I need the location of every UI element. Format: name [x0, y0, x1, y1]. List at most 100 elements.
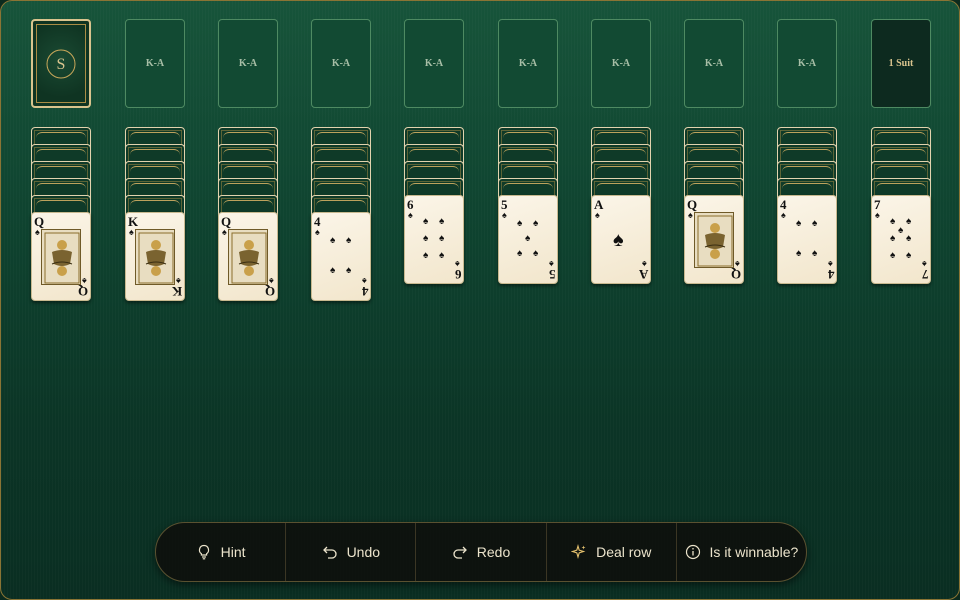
spade-icon: ♠: [828, 259, 833, 269]
spade-icon: ♠: [315, 227, 320, 237]
stock-pile[interactable]: S: [31, 19, 91, 108]
redo-icon: [453, 546, 467, 559]
face-up-card[interactable]: 7 ♠ 7 ♠ ♠ ♠ ♠ ♠ ♠ ♠ ♠: [871, 195, 931, 284]
solitaire-seal-icon: S: [46, 49, 76, 79]
undo-button[interactable]: Undo: [286, 523, 417, 581]
spade-icon: ♠: [688, 210, 693, 220]
spade-icon: ♠: [439, 216, 445, 228]
deal-row-label: Deal row: [596, 544, 652, 560]
face-up-card[interactable]: 4 ♠ 4 ♠ ♠ ♠ ♠ ♠: [311, 212, 371, 301]
action-toolbar: Hint Undo Redo Deal row Is it winnable?: [155, 522, 807, 582]
spade-icon: ♠: [222, 227, 227, 237]
spade-icon: ♠: [423, 233, 429, 244]
foundation-slot: K-A: [125, 19, 185, 108]
card-rank: 7: [921, 267, 929, 282]
card-rank: 4: [827, 267, 835, 282]
spade-icon: ♠: [330, 265, 336, 276]
face-up-card[interactable]: Q ♠ Q ♠: [684, 195, 744, 284]
foundation-slot: K-A: [218, 19, 278, 108]
card-rank: Q: [264, 284, 275, 299]
spade-icon: ♠: [549, 259, 554, 269]
foundation-label: K-A: [145, 58, 165, 69]
spade-icon: ♠: [875, 210, 880, 220]
spade-icon: ♠: [735, 259, 740, 269]
foundation-label: K-A: [611, 58, 631, 69]
foundation-slot: K-A: [311, 19, 371, 108]
foundation-slot: K-A: [498, 19, 558, 108]
foundation-label: K-A: [331, 58, 351, 69]
foundation-slot: K-A: [404, 19, 464, 108]
spade-icon: ♠: [595, 210, 600, 220]
spade-icon: ♠: [796, 218, 802, 229]
face-up-card[interactable]: Q ♠ Q ♠: [31, 212, 91, 301]
spade-icon: ♠: [922, 259, 927, 269]
deal-row-button[interactable]: Deal row: [547, 523, 677, 581]
spade-icon: ♠: [890, 249, 896, 261]
court-figure-icon: [228, 229, 268, 285]
card-rank: K: [171, 284, 182, 299]
face-up-card[interactable]: 5 ♠ 5 ♠ ♠ ♠ ♠ ♠ ♠: [498, 195, 558, 284]
spade-icon: ♠: [408, 210, 413, 220]
undo-icon: [322, 546, 337, 559]
spade-icon: ♠: [517, 218, 523, 229]
foundation-label: K-A: [797, 58, 817, 69]
foundation-slot: K-A: [684, 19, 744, 108]
hint-button[interactable]: Hint: [156, 523, 287, 581]
undo-label: Undo: [346, 544, 381, 560]
redo-button[interactable]: Redo: [416, 523, 547, 581]
spade-icon: ♠: [423, 216, 429, 228]
spade-icon: ♠: [533, 248, 539, 259]
game-table: S K-A K-A K-A K-A K-A K-A K-A K-A 1 Suit Q ♠ Q ♠ K ♠…: [0, 0, 960, 600]
spade-icon: ♠: [517, 248, 523, 259]
face-up-card[interactable]: A ♠ A ♠ ♠: [591, 195, 651, 284]
spade-icon: ♠: [613, 229, 624, 251]
spade-icon: ♠: [176, 276, 181, 286]
face-up-card[interactable]: K ♠ K ♠: [125, 212, 185, 301]
court-figure-icon: [135, 229, 175, 285]
spade-icon: ♠: [129, 227, 134, 237]
spade-icon: ♠: [423, 249, 429, 261]
spade-icon: ♠: [525, 233, 531, 244]
card-rank: A: [638, 267, 648, 282]
spade-icon: ♠: [533, 218, 539, 229]
face-up-card[interactable]: 4 ♠ 4 ♠ ♠ ♠ ♠ ♠: [777, 195, 837, 284]
hint-label: Hint: [220, 544, 246, 560]
spade-icon: ♠: [796, 248, 802, 259]
spade-icon: ♠: [642, 259, 647, 269]
spade-icon: ♠: [812, 248, 818, 259]
court-figure-icon: [694, 212, 734, 268]
redo-label: Redo: [476, 544, 511, 560]
spade-icon: ♠: [906, 249, 912, 261]
foundation-label: K-A: [238, 58, 258, 69]
spade-icon: ♠: [330, 235, 336, 246]
face-up-card[interactable]: 6 ♠ 6 ♠ ♠ ♠ ♠ ♠ ♠ ♠: [404, 195, 464, 284]
spade-icon: ♠: [906, 233, 912, 244]
spade-icon: ♠: [362, 276, 367, 286]
card-rank: Q: [77, 284, 88, 299]
spade-icon: ♠: [439, 249, 445, 261]
foundation-label: K-A: [518, 58, 538, 69]
court-figure-icon: [41, 229, 81, 285]
spade-icon: ♠: [269, 276, 274, 286]
difficulty-badge: 1 Suit: [871, 19, 931, 108]
foundation-label: K-A: [424, 58, 444, 69]
foundation-slot: K-A: [591, 19, 651, 108]
card-rank: 6: [454, 267, 462, 282]
sparkle-icon: [571, 544, 586, 560]
info-icon: [685, 544, 700, 560]
lightbulb-icon: [198, 544, 209, 560]
spade-icon: ♠: [346, 235, 352, 246]
spade-icon: ♠: [35, 227, 40, 237]
spade-icon: ♠: [906, 216, 912, 228]
spade-icon: ♠: [455, 259, 460, 269]
face-up-card[interactable]: Q ♠ Q ♠: [218, 212, 278, 301]
winnable-button[interactable]: Is it winnable?: [677, 523, 806, 581]
spade-icon: ♠: [781, 210, 786, 220]
spade-icon: ♠: [346, 265, 352, 276]
svg-text:S: S: [57, 56, 66, 73]
spade-icon: ♠: [890, 233, 896, 244]
card-rank: 5: [548, 267, 556, 282]
difficulty-label: 1 Suit: [888, 58, 914, 69]
winnable-label: Is it winnable?: [709, 544, 799, 560]
card-rank: Q: [730, 267, 741, 282]
